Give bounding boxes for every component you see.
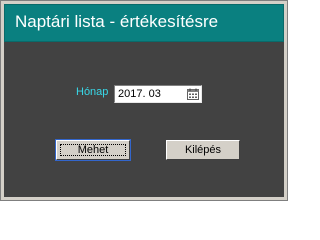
month-value[interactable]: 2017. 03 [118,88,161,100]
go-button[interactable]: Mehet [55,139,131,161]
title-bar: Naptári lista - értékesítésre [4,4,284,42]
calendar-icon[interactable] [187,88,199,100]
month-date-picker[interactable]: 2017. 03 [114,85,202,103]
month-label: Hónap [76,86,109,98]
report-dialog-window: Naptári lista - értékesítésre Hónap 2017… [0,0,288,201]
window-title: Naptári lista - értékesítésre [15,12,219,31]
exit-button[interactable]: Kilépés [166,140,240,160]
exit-button-label: Kilépés [184,144,222,156]
form-panel: Hónap 2017. 03 Mehet Kilépés [4,42,284,197]
focus-ring [60,144,126,156]
